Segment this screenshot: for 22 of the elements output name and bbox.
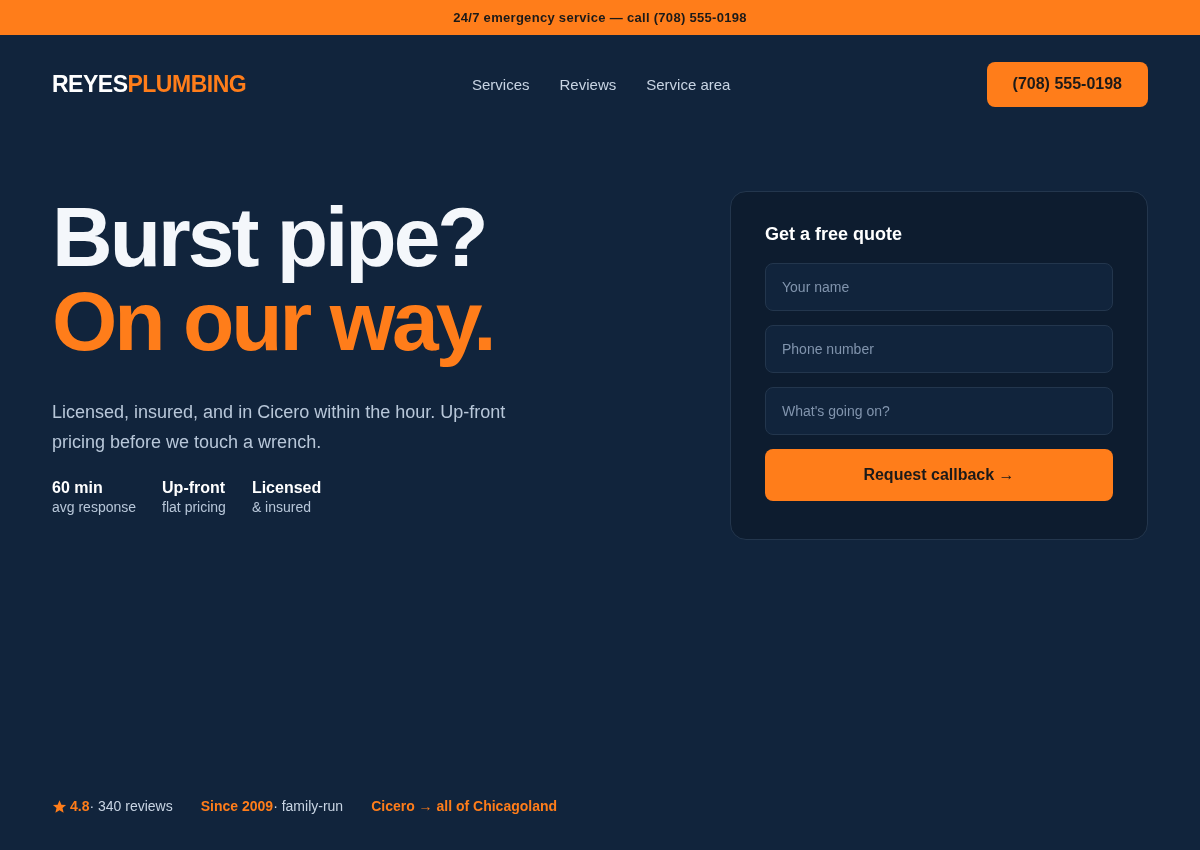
star-icon xyxy=(52,798,67,814)
proof-text: Cicero → all of Chicagoland xyxy=(371,798,558,814)
nav-link[interactable]: Service area xyxy=(646,75,731,93)
intro-text: Licensed, insured, and in Cicero within the hour. Up-front pricing before we touch a wrench. xyxy=(52,401,507,454)
logo[interactable]: REYESPLUMBING xyxy=(52,70,472,98)
stat-value: Licensed xyxy=(251,479,322,497)
input-field[interactable]: What's going on? xyxy=(765,387,1113,435)
stat-label: avg response xyxy=(52,499,137,515)
stat-label: & insured xyxy=(251,499,313,515)
proof-text: 4.8· 340 reviews xyxy=(70,798,173,814)
announcement-text: 24/7 emergency service — call (708) 555-0198 xyxy=(453,10,747,25)
submit-button[interactable]: Request callback → xyxy=(765,449,1113,501)
nav-link[interactable]: Reviews xyxy=(559,75,617,93)
form-title: Get a free quote xyxy=(765,224,904,245)
nav-link[interactable]: Services xyxy=(472,75,530,93)
input-field[interactable]: Phone number xyxy=(765,325,1113,373)
stat-value: 60 min xyxy=(52,479,104,497)
stat-label: flat pricing xyxy=(162,499,226,515)
stat-value: Up-front xyxy=(162,479,226,497)
phone-button[interactable]: (708) 555-0198 xyxy=(986,61,1148,107)
input-field[interactable]: Your name xyxy=(765,263,1113,311)
proof-text: Since 2009· family-run xyxy=(200,798,344,814)
